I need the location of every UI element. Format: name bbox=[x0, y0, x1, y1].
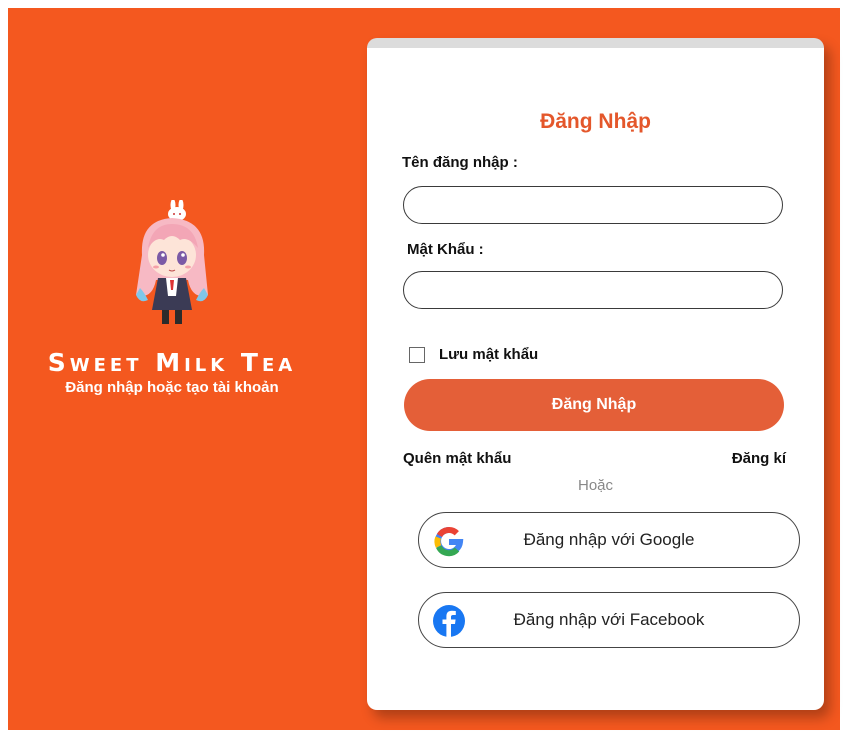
password-input[interactable] bbox=[403, 271, 783, 309]
facebook-login-button[interactable]: Đăng nhập với Facebook bbox=[418, 592, 800, 648]
brand-subtitle: Đăng nhập hoặc tạo tài khoản bbox=[65, 379, 279, 396]
or-separator: Hoặc bbox=[577, 477, 614, 494]
remember-row[interactable]: Lưu mật khẩu bbox=[409, 346, 538, 363]
register-link[interactable]: Đăng kí bbox=[732, 450, 786, 467]
mascot-image bbox=[136, 200, 208, 324]
login-title: Đăng Nhập bbox=[540, 110, 651, 133]
facebook-login-label: Đăng nhập với Facebook bbox=[513, 610, 705, 629]
google-login-button[interactable]: Đăng nhập với Google bbox=[418, 512, 800, 568]
login-card: Đăng Nhập Tên đăng nhập : Mật Khẩu : Lưu… bbox=[367, 38, 824, 710]
username-label: Tên đăng nhập : bbox=[402, 154, 518, 171]
login-button[interactable]: Đăng Nhập bbox=[404, 379, 784, 431]
google-login-label: Đăng nhập với Google bbox=[523, 530, 695, 549]
remember-label[interactable]: Lưu mật khẩu bbox=[439, 346, 538, 363]
remember-checkbox[interactable] bbox=[409, 346, 425, 363]
brand-panel: Sweet Milk Tea Đăng nhập hoặc tạo tài kh… bbox=[22, 200, 322, 396]
forgot-password-link[interactable]: Quên mật khẩu bbox=[403, 450, 511, 467]
brand-title: Sweet Milk Tea bbox=[47, 348, 297, 377]
password-label: Mật Khẩu : bbox=[407, 241, 484, 258]
username-input[interactable] bbox=[403, 186, 783, 224]
